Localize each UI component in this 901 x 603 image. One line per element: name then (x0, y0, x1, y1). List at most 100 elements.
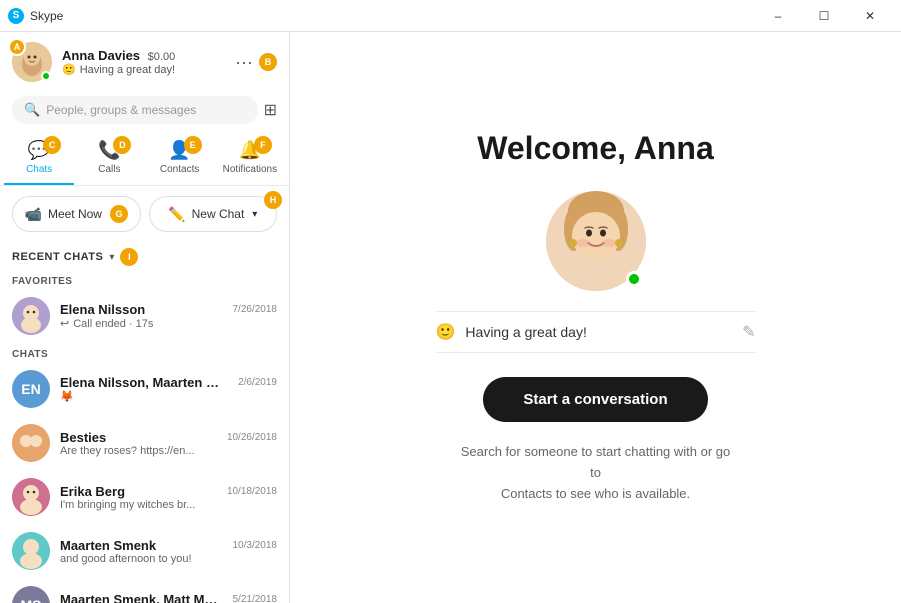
chat-avatar (12, 478, 50, 516)
badge-c: C (43, 136, 61, 154)
chat-avatar (12, 424, 50, 462)
start-conversation-button[interactable]: Start a conversation (483, 377, 707, 422)
status-bar-emoji: 🙂 (436, 322, 456, 342)
chat-info: Elena Nilsson, Maarten Sm... 2/6/2019 🦊 (60, 375, 277, 403)
maximize-button[interactable]: ☐ (801, 0, 847, 32)
chat-preview: I'm bringing my witches br... (60, 499, 277, 511)
status-text: Having a great day! (80, 64, 175, 76)
meet-now-label: Meet Now (48, 207, 102, 221)
chat-preview: and good afternoon to you! (60, 553, 277, 565)
chat-name: Maarten Smenk (60, 538, 156, 553)
avatar-face (12, 297, 50, 335)
new-chat-button[interactable]: H ✏️ New Chat ▾ (149, 196, 278, 232)
welcome-avatar-wrapper (546, 191, 646, 291)
search-area: 🔍 ⊞ (0, 90, 289, 132)
avatar-face (12, 478, 50, 516)
profile-info: Anna Davies $0.00 🙂 Having a great day! (62, 48, 175, 76)
badge-e: E (184, 136, 202, 154)
recent-chats-header: RECENT CHATS ▾ I (0, 242, 289, 270)
new-chat-label: New Chat (192, 207, 245, 221)
welcome-title: Welcome, Anna (477, 130, 714, 167)
new-chat-icon: ✏️ (168, 206, 185, 223)
nav-tabs: C 💬 Chats D 📞 Calls E 👤 Contacts F 🔔 Not… (0, 132, 289, 186)
list-item[interactable]: EN Elena Nilsson, Maarten Sm... 2/6/2019… (0, 362, 289, 416)
tab-notifications-label: Notifications (223, 164, 277, 175)
app-title: Skype (30, 9, 63, 23)
chat-name: Elena Nilsson, Maarten Sm... (60, 375, 220, 390)
chat-preview: 🦊 (60, 390, 277, 403)
status-bar: 🙂 Having a great day! ✎ (436, 311, 756, 353)
sidebar: A Anna Davies $0.00 🙂 Having a great day… (0, 32, 290, 603)
chat-date: 10/18/2018 (227, 486, 277, 497)
list-item[interactable]: Besties 10/26/2018 Are they roses? https… (0, 416, 289, 470)
badge-a: A (8, 38, 26, 56)
list-item[interactable]: Elena Nilsson 7/26/2018 ↩ Call ended · 1… (0, 289, 289, 343)
search-input[interactable] (46, 103, 245, 117)
search-icon: 🔍 (24, 102, 40, 118)
minimize-button[interactable]: – (755, 0, 801, 32)
titlebar: S Skype – ☐ ✕ (0, 0, 901, 32)
group-avatar (12, 424, 50, 462)
tab-notifications[interactable]: F 🔔 Notifications (215, 132, 285, 185)
chat-date: 7/26/2018 (233, 304, 278, 315)
chat-info: Elena Nilsson 7/26/2018 ↩ Call ended · 1… (60, 302, 277, 330)
titlebar-left: S Skype (8, 8, 63, 24)
chat-avatar (12, 297, 50, 335)
list-item[interactable]: Maarten Smenk 10/3/2018 and good afterno… (0, 524, 289, 578)
tab-chats-label: Chats (26, 164, 52, 175)
avatar-face (12, 532, 50, 570)
more-options-button[interactable]: ··· (235, 52, 253, 73)
chat-list: FAVORITES Elena Nilsson 7/26/2018 (0, 270, 289, 603)
badge-f: F (254, 136, 272, 154)
chat-info: Besties 10/26/2018 Are they roses? https… (60, 430, 277, 457)
recent-chats-chevron: ▾ (109, 252, 114, 263)
profile-area: A Anna Davies $0.00 🙂 Having a great day… (0, 32, 289, 90)
tab-contacts-label: Contacts (160, 164, 199, 175)
profile-avatar-wrapper[interactable]: A (12, 42, 52, 82)
close-button[interactable]: ✕ (847, 0, 893, 32)
chat-info: Erika Berg 10/18/2018 I'm bringing my wi… (60, 484, 277, 511)
badge-d: D (113, 136, 131, 154)
welcome-description: Search for someone to start chatting wit… (456, 442, 736, 504)
badge-g: G (110, 205, 128, 223)
chat-date: 10/26/2018 (227, 432, 277, 443)
grid-icon[interactable]: ⊞ (264, 100, 277, 120)
titlebar-controls: – ☐ ✕ (755, 0, 893, 32)
chevron-down-icon: ▾ (252, 209, 257, 220)
tab-chats[interactable]: C 💬 Chats (4, 132, 74, 185)
profile-status: 🙂 Having a great day! (62, 63, 175, 76)
chat-name: Elena Nilsson (60, 302, 145, 317)
chat-preview: ↩ Call ended · 17s (60, 317, 277, 330)
list-item[interactable]: MS Maarten Smenk, Matt Mill... 5/21/2018… (0, 578, 289, 603)
chat-name: Erika Berg (60, 484, 125, 499)
badge-b: B (259, 53, 277, 71)
online-status-dot (41, 71, 51, 81)
status-emoji: 🙂 (62, 63, 76, 76)
action-buttons: 📹 Meet Now G H ✏️ New Chat ▾ (0, 186, 289, 242)
profile-balance: $0.00 (148, 51, 176, 63)
chats-label: CHATS (0, 343, 289, 362)
badge-h: H (264, 191, 282, 209)
favorites-label: FAVORITES (0, 270, 289, 289)
edit-status-icon[interactable]: ✎ (742, 322, 755, 342)
chat-preview: Are they roses? https://en... (60, 445, 277, 457)
chat-avatar (12, 532, 50, 570)
main-layout: A Anna Davies $0.00 🙂 Having a great day… (0, 32, 901, 603)
chat-avatar: MS (12, 586, 50, 603)
tab-calls-label: Calls (98, 164, 120, 175)
skype-logo-icon: S (8, 8, 24, 24)
chat-date: 10/3/2018 (233, 540, 278, 551)
profile-name: Anna Davies $0.00 (62, 48, 175, 63)
chat-name-row: Elena Nilsson 7/26/2018 (60, 302, 277, 317)
meet-now-button[interactable]: 📹 Meet Now G (12, 196, 141, 232)
meet-now-icon: 📹 (25, 206, 42, 223)
profile-left: A Anna Davies $0.00 🙂 Having a great day… (12, 42, 175, 82)
tab-calls[interactable]: D 📞 Calls (74, 132, 144, 185)
chat-date: 5/21/2018 (233, 594, 278, 603)
tab-contacts[interactable]: E 👤 Contacts (145, 132, 215, 185)
chat-avatar: EN (12, 370, 50, 408)
list-item[interactable]: Erika Berg 10/18/2018 I'm bringing my wi… (0, 470, 289, 524)
chat-name: Maarten Smenk, Matt Mill... (60, 592, 220, 603)
chat-name: Besties (60, 430, 106, 445)
chat-info: Maarten Smenk 10/3/2018 and good afterno… (60, 538, 277, 565)
